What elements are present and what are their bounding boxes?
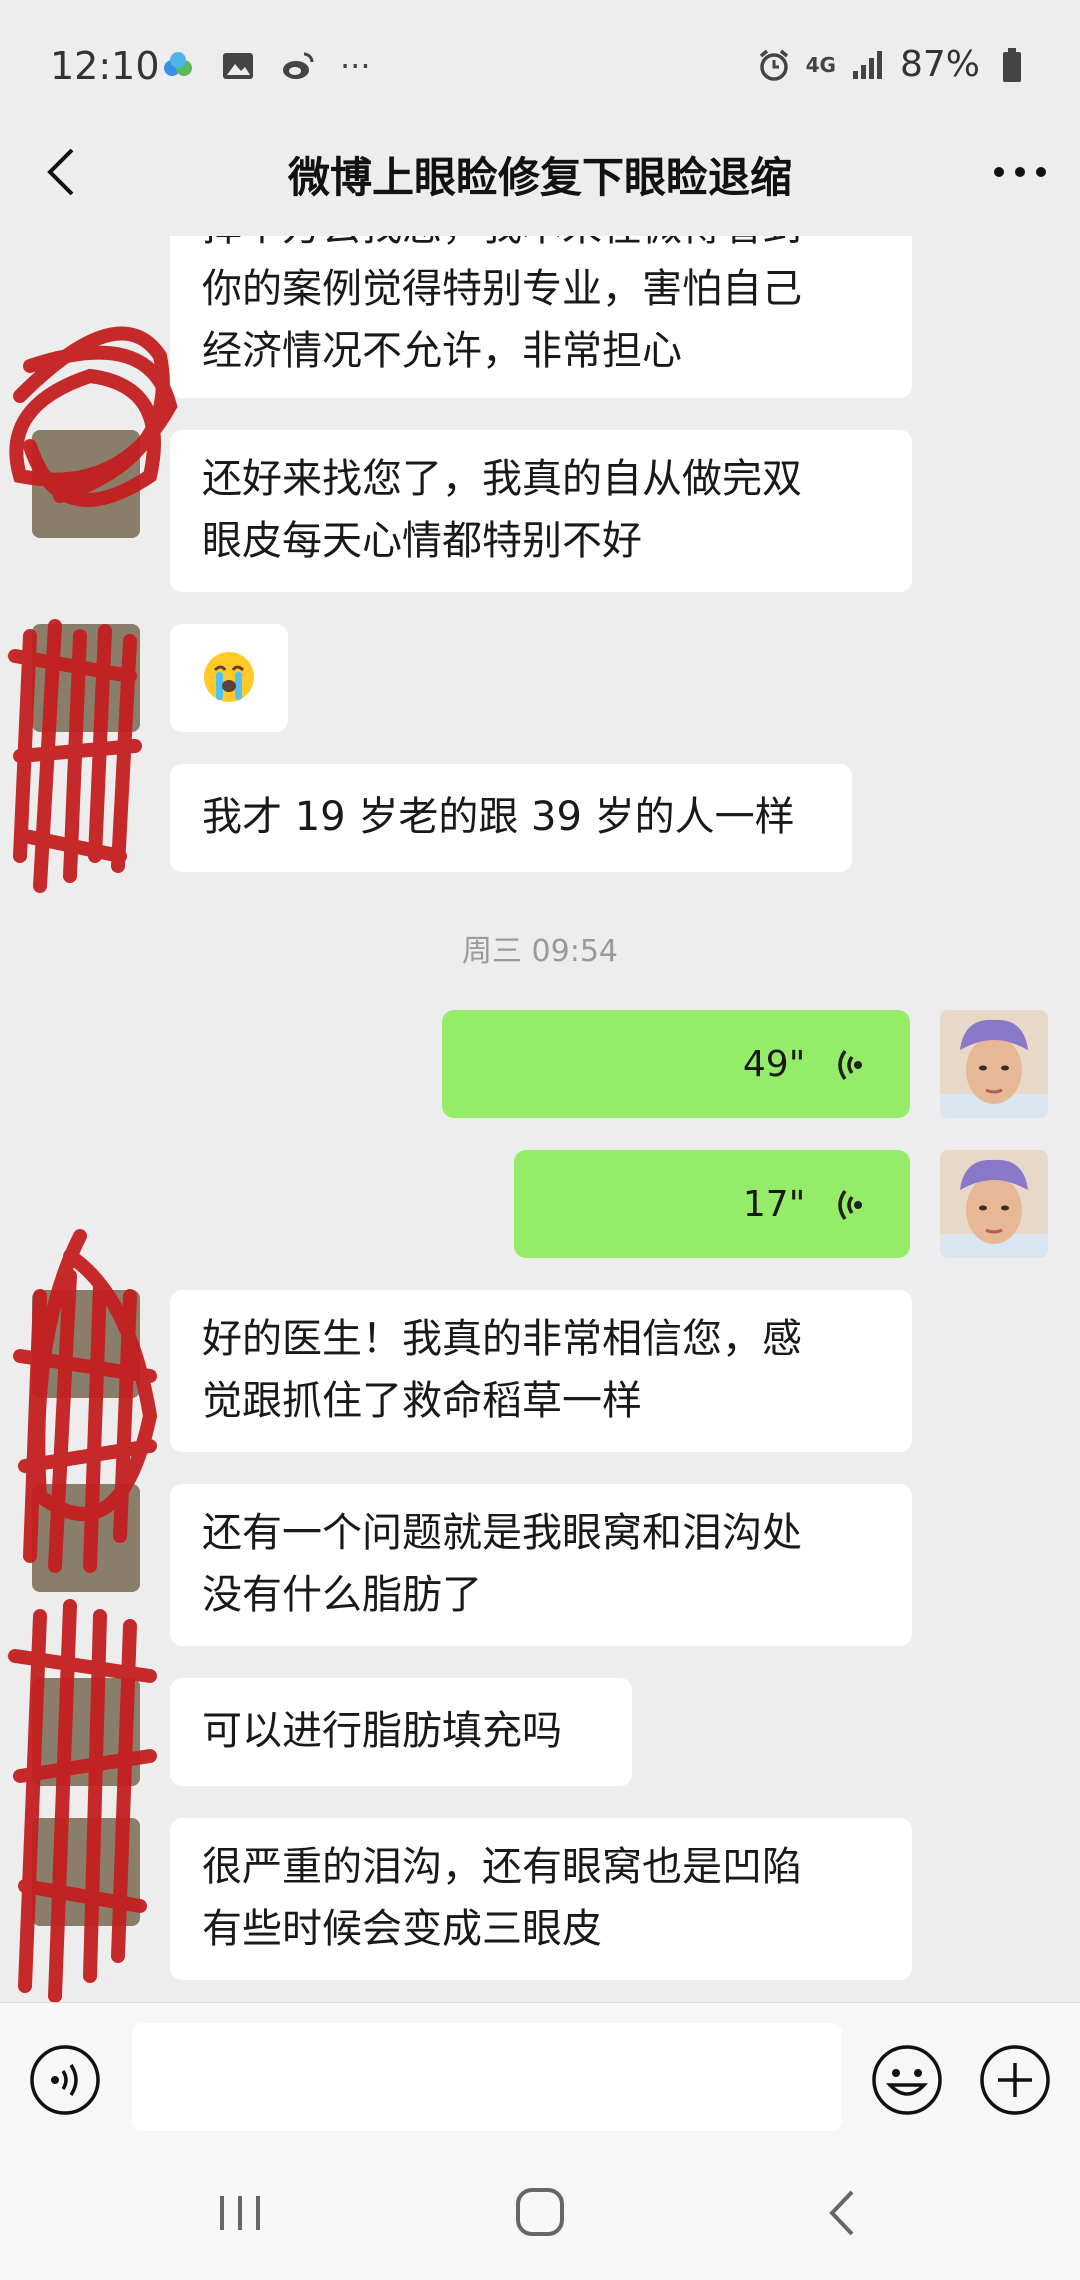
recent-apps-icon: [220, 2196, 260, 2230]
input-bar: [0, 2002, 1080, 2143]
contact-avatar[interactable]: [32, 1484, 140, 1592]
system-status: 4G 87%: [756, 44, 1030, 85]
message-line: 好的医生！我真的非常相信您，感: [202, 1316, 802, 1362]
crying-face-emoji: [204, 652, 254, 702]
chat-header: 微博上眼睑修复下眼睑退缩: [0, 132, 1080, 214]
status-bar: 12:10 ··· 4G 87%: [0, 0, 1080, 132]
battery-percent: 87%: [899, 44, 980, 85]
cloud-app-icon: [160, 48, 196, 84]
emoji-message-bubble[interactable]: [170, 624, 288, 732]
voice-wave-icon: [838, 1189, 862, 1221]
my-avatar[interactable]: [940, 1010, 1048, 1118]
home-button[interactable]: [510, 2182, 570, 2242]
voice-duration: 49": [742, 1044, 806, 1085]
weibo-icon: [280, 48, 316, 84]
message-bubble[interactable]: 择个方去找您，我本来在微博看到 你的案例觉得特别专业，害怕自己 经济情况不允许，…: [170, 236, 912, 398]
message-line: 还好来找您了，我真的自从做完双: [202, 456, 802, 502]
my-avatar-image: [940, 1010, 1048, 1118]
message-line: 很严重的泪沟，还有眼窝也是凹陷: [202, 1844, 802, 1890]
smiley-icon: [872, 2045, 942, 2115]
contact-avatar[interactable]: [32, 1290, 140, 1398]
message-input[interactable]: [132, 2023, 842, 2131]
voice-message-bubble[interactable]: 49": [442, 1010, 910, 1118]
message-line: 可以进行脂肪填充吗: [202, 1708, 562, 1754]
message-line: 择个方去找您，我本来在微博看到: [202, 236, 880, 258]
alarm-icon: [756, 47, 792, 83]
my-avatar[interactable]: [940, 1150, 1048, 1258]
message-bubble[interactable]: 很严重的泪沟，还有眼窝也是凹陷 有些时候会变成三眼皮: [170, 1818, 912, 1980]
more-dots-icon: [994, 167, 1046, 177]
home-icon: [516, 2188, 564, 2236]
signal-icon: [850, 47, 886, 83]
battery-icon: [994, 47, 1030, 83]
message-line: 经济情况不允许，非常担心: [202, 328, 682, 374]
message-bubble[interactable]: 我才 19 岁老的跟 39 岁的人一样: [170, 764, 852, 872]
message-line: 我才 19 岁老的跟 39 岁的人一样: [202, 794, 795, 840]
more-notifications-icon: ···: [340, 47, 371, 85]
emoji-button[interactable]: [870, 2043, 944, 2117]
network-type: 4G: [805, 52, 836, 77]
message-bubble[interactable]: 还有一个问题就是我眼窝和泪沟处 没有什么脂肪了: [170, 1484, 912, 1646]
chat-title: 微博上眼睑修复下眼睑退缩: [287, 153, 792, 202]
contact-avatar[interactable]: [32, 1678, 140, 1786]
contact-avatar[interactable]: [32, 430, 140, 538]
contact-avatar[interactable]: [32, 1818, 140, 1926]
notification-icons: ···: [160, 46, 371, 86]
message-bubble[interactable]: 好的医生！我真的非常相信您，感 觉跟抓住了救命稻草一样: [170, 1290, 912, 1452]
back-chevron-icon: [829, 2190, 854, 2236]
voice-input-button[interactable]: [28, 2043, 102, 2117]
message-timestamp: 周三 09:54: [462, 934, 618, 969]
system-nav-bar: [0, 2142, 1080, 2280]
plus-icon: [980, 2045, 1050, 2115]
gallery-icon: [220, 48, 256, 84]
chat-more-button[interactable]: [984, 140, 1056, 204]
message-line: 你的案例觉得特别专业，害怕自己: [202, 266, 802, 312]
system-back-button[interactable]: [818, 2186, 868, 2240]
message-line: 觉跟抓住了救命稻草一样: [202, 1378, 642, 1424]
my-avatar-image: [940, 1150, 1048, 1258]
voice-wave-icon: [838, 1049, 862, 1081]
message-bubble[interactable]: 可以进行脂肪填充吗: [170, 1678, 632, 1786]
more-functions-button[interactable]: [978, 2043, 1052, 2117]
status-time: 12:10: [50, 44, 160, 88]
voice-message-bubble[interactable]: 17": [514, 1150, 910, 1258]
contact-avatar[interactable]: [32, 624, 140, 732]
message-line: 还有一个问题就是我眼窝和泪沟处: [202, 1510, 802, 1556]
message-line: 没有什么脂肪了: [202, 1572, 482, 1618]
message-bubble[interactable]: 还好来找您了，我真的自从做完双 眼皮每天心情都特别不好: [170, 430, 912, 592]
message-line: 眼皮每天心情都特别不好: [202, 518, 642, 564]
chat-history[interactable]: 择个方去找您，我本来在微博看到 你的案例觉得特别专业，害怕自己 经济情况不允许，…: [0, 236, 1080, 2002]
recent-apps-button[interactable]: [210, 2188, 270, 2238]
voice-duration: 17": [742, 1184, 806, 1225]
message-line: 有些时候会变成三眼皮: [202, 1906, 602, 1952]
voice-mode-icon: [30, 2045, 100, 2115]
